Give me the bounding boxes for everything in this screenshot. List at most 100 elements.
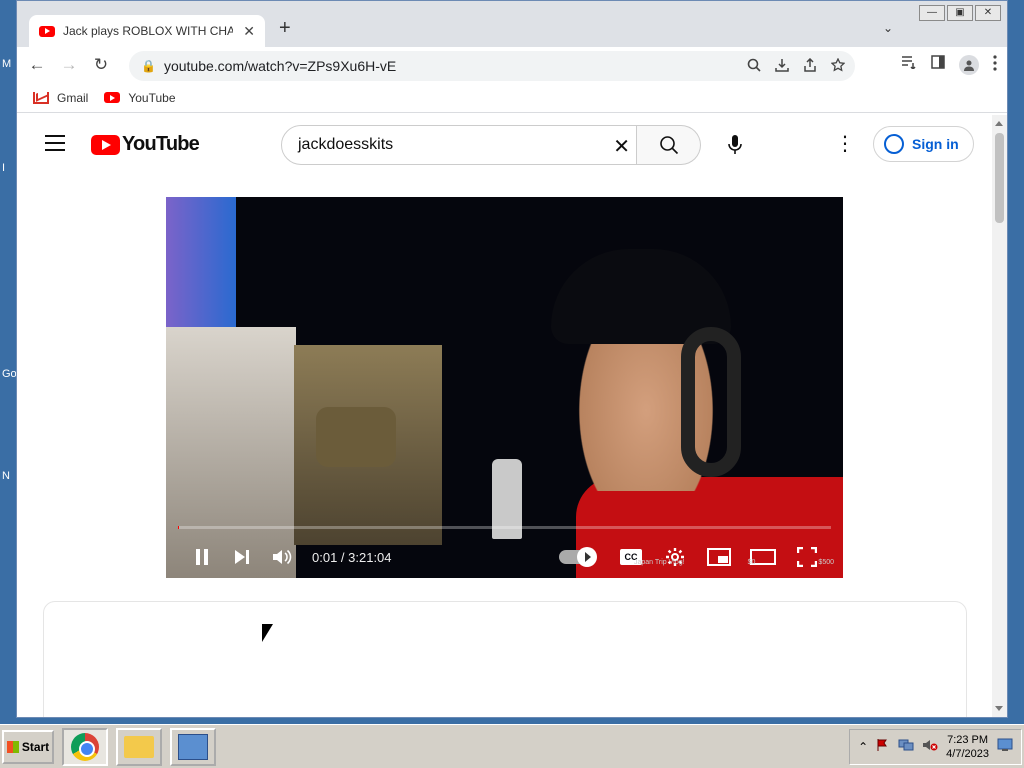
mute-button[interactable] [262,539,302,575]
youtube-wordmark: YouTube [122,133,200,155]
youtube-icon [104,92,121,103]
voice-search-button[interactable] [717,127,753,163]
bookmark-star-icon[interactable] [830,56,846,75]
tab-strip: Jack plays ROBLOX WITH CHAT! ✕ + ⌄ — ▣ ✕ [17,1,1007,47]
settings-more-icon[interactable]: ⋮ [835,131,855,156]
taskbar: Start ⌃ 7:23 PM 4/7/2023 [0,724,1024,768]
address-bar[interactable]: 🔒 youtube.com/watch?v=ZPs9Xu6H-vE [129,51,855,81]
show-desktop-icon[interactable] [997,738,1013,755]
video-time-display: 0:01 / 3:21:04 [312,549,392,565]
bookmark-youtube[interactable]: YouTube [104,91,176,105]
chrome-icon [71,732,99,761]
autoplay-play-icon [577,547,597,567]
video-progress-bar[interactable] [178,526,831,529]
tab-search-chevron-icon[interactable]: ⌄ [883,21,893,35]
zoom-search-icon[interactable] [747,58,761,75]
share-icon[interactable] [803,57,817,75]
forward-button[interactable]: → [55,51,83,79]
back-button[interactable]: ← [23,51,51,79]
windows-flag-icon [6,740,19,753]
desktop-icon-label: I [2,162,6,174]
folder-icon [124,735,154,758]
desktop-icon-label: N [2,470,10,482]
youtube-masthead: YouTube jackdoesskits ✕ ⋮ Sign in [17,115,993,171]
bookmark-gmail[interactable]: Gmail [33,91,88,105]
skip-next-icon [235,550,249,564]
tab-title: Jack plays ROBLOX WITH CHAT! [63,24,233,38]
clear-search-icon[interactable]: ✕ [613,134,630,159]
video-info-panel [43,601,967,717]
side-panel-icon[interactable] [931,55,945,75]
restore-button[interactable]: ▣ [947,5,973,21]
chrome-menu-icon[interactable] [993,55,997,75]
video-player[interactable]: 0:01 / 3:21:04 CC Japan Trip Vlog! $0 $5… [166,197,843,578]
tray-expand-icon[interactable]: ⌃ [858,740,868,754]
video-overlay-text: Japan Trip Vlog! $0 $500 [634,559,834,573]
taskbar-chrome[interactable] [62,727,108,766]
account-icon [884,134,904,154]
bookmark-label: Gmail [57,90,89,105]
search-icon [659,136,678,155]
toolbar-right-actions [901,55,997,75]
taskbar-explorer[interactable] [116,727,162,766]
network-app-icon [178,733,208,760]
lock-icon[interactable]: 🔒 [141,59,156,73]
page-scrollbar[interactable] [992,115,1007,717]
youtube-logo[interactable]: YouTube [91,133,200,156]
video-frame-plaque-logo [316,407,396,467]
desktop-background: M I Go N [0,0,17,724]
new-tab-button[interactable]: + [279,17,291,40]
desktop-icon-label: Go [2,368,17,380]
autoplay-toggle[interactable] [559,547,597,567]
youtube-play-logo-icon [91,134,120,155]
desktop-icon-label: M [2,58,12,70]
microphone-icon [728,135,742,154]
video-progress-fill [178,526,180,529]
overlay-amount-end: $500 [818,559,834,566]
volume-icon [273,549,292,565]
tab-close-icon[interactable]: ✕ [243,23,255,40]
youtube-page: YouTube jackdoesskits ✕ ⋮ Sign in 0:01 /… [17,115,993,717]
pause-button[interactable] [182,539,222,575]
browser-tab[interactable]: Jack plays ROBLOX WITH CHAT! ✕ [29,15,265,47]
scroll-up-arrow-icon[interactable] [995,121,1003,126]
overlay-amount-start: $0 [747,559,756,566]
action-center-flag-icon[interactable] [876,738,890,755]
search-button[interactable] [637,125,701,165]
install-app-icon[interactable] [775,58,789,75]
volume-muted-icon[interactable] [922,738,938,755]
scroll-down-arrow-icon[interactable] [995,706,1003,711]
system-tray: ⌃ 7:23 PM 4/7/2023 [849,728,1022,765]
scroll-thumb[interactable] [995,133,1004,223]
start-label: Start [21,739,50,754]
search-query[interactable]: jackdoesskits [298,136,393,154]
gmail-icon [33,91,49,104]
tray-clock[interactable]: 7:23 PM 4/7/2023 [946,733,989,761]
url-text[interactable]: youtube.com/watch?v=ZPs9Xu6H-vE [164,58,396,74]
taskbar-network[interactable] [170,727,216,766]
clock-time: 7:23 PM [947,733,989,746]
window-controls: — ▣ ✕ [919,5,1001,21]
profile-avatar-icon[interactable] [959,55,979,75]
start-button[interactable]: Start [2,729,54,764]
pause-icon [196,549,208,565]
overlay-vlog-label: Japan Trip Vlog! [634,559,685,566]
close-window-button[interactable]: ✕ [975,5,1001,21]
minimize-button[interactable]: — [919,5,945,21]
browser-toolbar: ← → ↻ 🔒 youtube.com/watch?v=ZPs9Xu6H-vE [17,47,1007,83]
next-button[interactable] [222,539,262,575]
guide-menu-icon[interactable] [45,135,65,151]
omnibox-actions [747,56,855,75]
clock-date: 4/7/2023 [946,747,989,760]
mouse-pointer-icon [262,624,273,642]
bookmarks-bar: Gmail YouTube [17,83,1007,113]
reload-button[interactable]: ↻ [87,51,115,79]
network-status-icon[interactable] [898,738,914,755]
chrome-window: Jack plays ROBLOX WITH CHAT! ✕ + ⌄ — ▣ ✕… [16,0,1008,718]
reading-list-icon[interactable] [901,55,917,75]
video-frame-wall [166,197,236,327]
youtube-favicon-icon [39,25,55,37]
sign-in-label: Sign in [912,136,959,152]
sign-in-button[interactable]: Sign in [873,126,974,162]
search-input[interactable]: jackdoesskits ✕ [281,125,637,165]
